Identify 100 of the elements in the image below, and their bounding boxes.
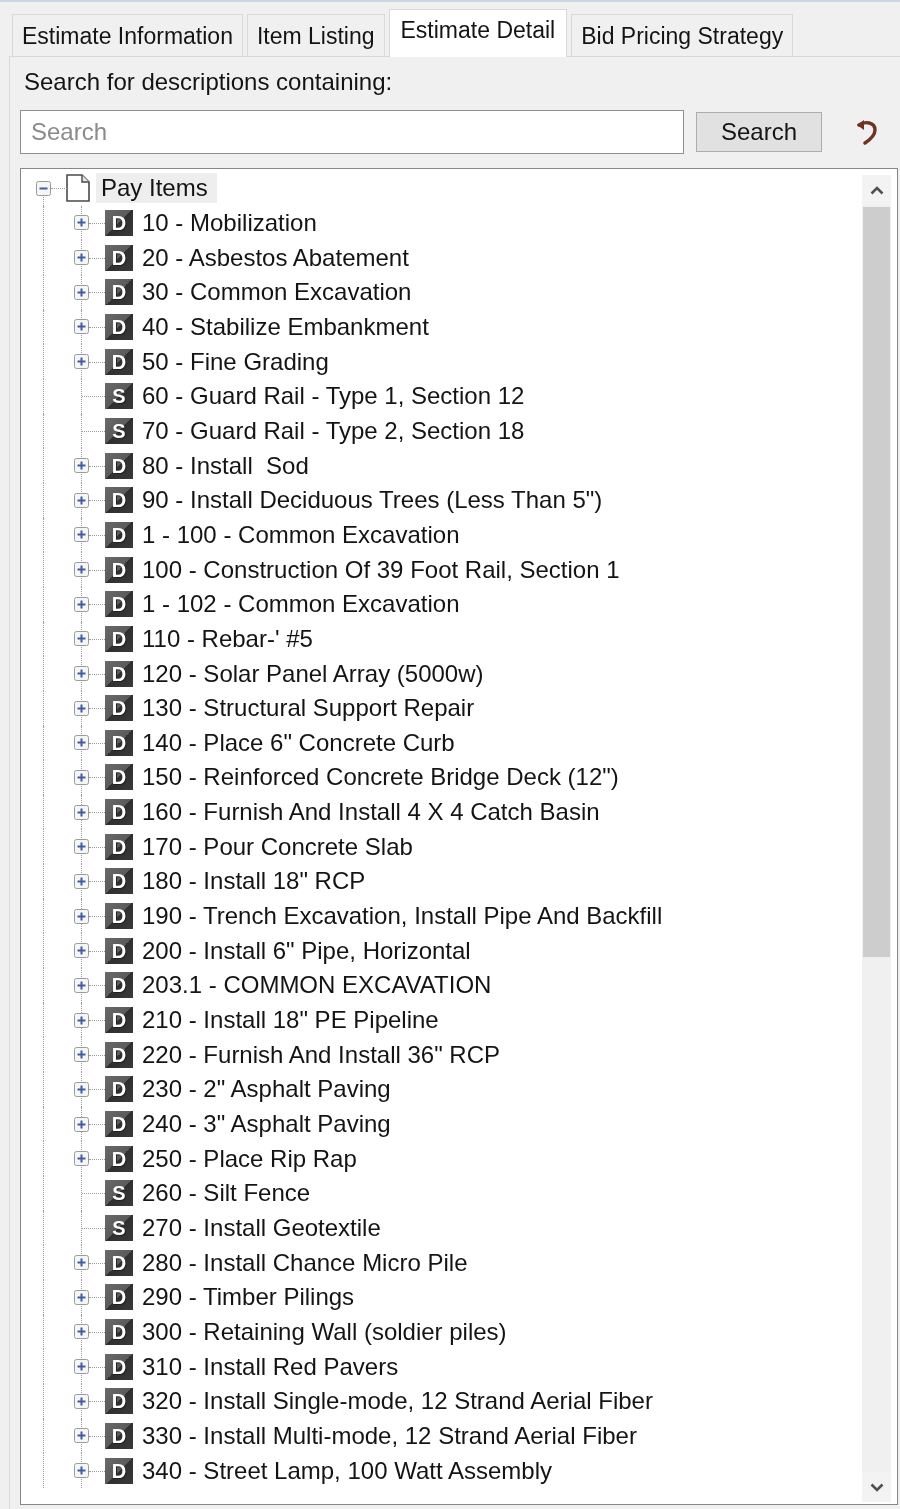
tree-item[interactable]: 203.1 - COMMON EXCAVATION bbox=[139, 970, 495, 1001]
search-field[interactable]: Search bbox=[20, 110, 684, 154]
plus-box-icon[interactable] bbox=[74, 527, 89, 543]
plus-box-icon[interactable] bbox=[74, 1116, 89, 1132]
type-tag: D bbox=[105, 1145, 133, 1172]
plus-box-icon[interactable] bbox=[74, 319, 89, 335]
tree-item[interactable]: 10 - Mobilization bbox=[139, 208, 320, 238]
tab[interactable]: Estimate Information bbox=[12, 14, 243, 56]
tree-item[interactable]: 130 - Structural Support Repair bbox=[139, 693, 478, 724]
plus-box-icon[interactable] bbox=[74, 215, 89, 231]
plus-box-icon[interactable] bbox=[74, 562, 89, 578]
type-tag: D bbox=[105, 1076, 133, 1103]
plus-box-icon[interactable] bbox=[74, 1289, 89, 1305]
plus-box-icon[interactable] bbox=[74, 250, 89, 266]
tree-item[interactable]: 240 - 3" Asphalt Paving bbox=[139, 1109, 394, 1140]
plus-box-icon[interactable] bbox=[74, 354, 89, 370]
plus-box-icon[interactable] bbox=[74, 700, 89, 716]
type-tag: D bbox=[105, 487, 133, 514]
tree-item[interactable]: 110 - Rebar-' #5 bbox=[139, 623, 316, 654]
tree-item[interactable]: 300 - Retaining Wall (soldier piles) bbox=[139, 1317, 510, 1347]
plus-box-icon[interactable] bbox=[74, 977, 89, 993]
search-label: Search for descriptions containing: bbox=[23, 68, 393, 96]
tree-item[interactable]: Pay Items bbox=[96, 173, 217, 204]
tree-item[interactable]: 330 - Install Multi-mode, 12 Strand Aerial Fiber bbox=[139, 1420, 640, 1451]
tree-item[interactable]: 320 - Install Single-mode, 12 Strand Aerial Fiber bbox=[139, 1386, 656, 1417]
type-tag: D bbox=[105, 348, 133, 375]
plus-box-icon[interactable] bbox=[74, 735, 89, 751]
tab[interactable]: Item Listing bbox=[246, 14, 385, 56]
plus-box-icon[interactable] bbox=[74, 631, 89, 647]
plus-box-icon[interactable] bbox=[74, 666, 89, 681]
tree-item[interactable]: 20 - Asbestos Abatement bbox=[139, 242, 412, 273]
plus-box-icon[interactable] bbox=[74, 943, 89, 959]
tree-item[interactable]: 200 - Install 6" Pipe, Horizontal bbox=[139, 935, 474, 966]
plus-box-icon[interactable] bbox=[74, 1151, 89, 1167]
tree-item[interactable]: 30 - Common Excavation bbox=[139, 277, 415, 308]
minus-box-icon[interactable] bbox=[36, 180, 51, 196]
plus-box-icon[interactable] bbox=[74, 908, 89, 924]
plus-box-icon[interactable] bbox=[74, 1255, 89, 1271]
type-tag: D bbox=[105, 591, 133, 618]
tree-item[interactable]: 230 - 2" Asphalt Paving bbox=[139, 1074, 394, 1105]
tree-item[interactable]: 210 - Install 18" PE Pipeline bbox=[139, 1005, 442, 1036]
tree-item[interactable]: 260 - Silt Fence bbox=[139, 1178, 314, 1209]
tree-item[interactable]: 60 - Guard Rail - Type 1, Section 12 bbox=[139, 381, 528, 412]
tree-item[interactable]: 270 - Install Geotextile bbox=[139, 1213, 384, 1243]
plus-box-icon[interactable] bbox=[74, 1081, 89, 1097]
plus-box-icon[interactable] bbox=[74, 1428, 89, 1444]
tree-item[interactable]: 280 - Install Chance Micro Pile bbox=[139, 1247, 471, 1278]
tree-item[interactable]: 100 - Construction Of 39 Foot Rail, Section 1 bbox=[139, 554, 623, 585]
search-button[interactable]: Search bbox=[696, 112, 822, 152]
plus-box-icon[interactable] bbox=[74, 804, 89, 820]
plus-box-icon[interactable] bbox=[74, 770, 89, 785]
tree-item[interactable]: 50 - Fine Grading bbox=[139, 346, 332, 377]
type-tag: D bbox=[105, 1353, 133, 1380]
plus-box-icon[interactable] bbox=[74, 1463, 89, 1479]
plus-box-icon[interactable] bbox=[74, 839, 89, 855]
type-tag: D bbox=[105, 799, 133, 826]
tab[interactable]: Estimate Detail bbox=[388, 9, 568, 57]
type-tag: D bbox=[105, 452, 133, 479]
scrollbar-thumb[interactable] bbox=[863, 207, 890, 957]
tree-item[interactable]: 1 - 100 - Common Excavation bbox=[139, 519, 463, 550]
tree-item[interactable]: 310 - Install Red Pavers bbox=[139, 1351, 402, 1382]
plus-box-icon[interactable] bbox=[74, 873, 89, 889]
type-tag: D bbox=[105, 764, 133, 791]
plus-box-icon[interactable] bbox=[74, 492, 89, 508]
type-tag: D bbox=[105, 660, 133, 687]
curved-arrow-icon[interactable] bbox=[856, 119, 878, 145]
tree-item[interactable]: 340 - Street Lamp, 100 Watt Assembly bbox=[139, 1455, 555, 1486]
tree-item[interactable]: 250 - Place Rip Rap bbox=[139, 1143, 360, 1174]
scrollbar-track[interactable] bbox=[862, 175, 891, 1502]
tree-item[interactable]: 120 - Solar Panel Array (5000w) bbox=[139, 658, 487, 689]
plus-box-icon[interactable] bbox=[74, 458, 89, 474]
tree-item[interactable]: 1 - 102 - Common Excavation bbox=[139, 589, 463, 620]
plus-box-icon[interactable] bbox=[74, 284, 89, 300]
tree-item[interactable]: 190 - Trench Excavation, Install Pipe And Backfill bbox=[139, 901, 666, 932]
tree-item[interactable]: 160 - Furnish And Install 4 X 4 Catch Basin bbox=[139, 797, 603, 828]
plus-box-icon[interactable] bbox=[74, 596, 89, 612]
type-tag: D bbox=[105, 1422, 133, 1449]
tree-item[interactable]: 90 - Install Deciduous Trees (Less Than 5") bbox=[139, 485, 606, 516]
plus-box-icon[interactable] bbox=[74, 1047, 89, 1063]
tree-item[interactable]: 290 - Timber Pilings bbox=[139, 1282, 358, 1313]
type-tag: D bbox=[105, 903, 133, 930]
type-tag: D bbox=[105, 937, 133, 964]
document-icon bbox=[66, 174, 90, 203]
tree-item[interactable]: 80 - Install Sod bbox=[139, 450, 312, 481]
tree-item[interactable]: 180 - Install 18" RCP bbox=[139, 866, 369, 897]
type-tag: D bbox=[105, 313, 133, 340]
tree-item[interactable]: 220 - Furnish And Install 36" RCP bbox=[139, 1039, 504, 1070]
chevron-down-icon bbox=[869, 1482, 884, 1492]
tab[interactable]: Bid Pricing Strategy bbox=[571, 14, 794, 56]
tree-item[interactable]: 70 - Guard Rail - Type 2, Section 18 bbox=[139, 415, 528, 446]
tree-item[interactable]: 150 - Reinforced Concrete Bridge Deck (12") bbox=[139, 762, 622, 793]
tree-item[interactable]: 140 - Place 6" Concrete Curb bbox=[139, 727, 458, 758]
tree-item[interactable]: 170 - Pour Concrete Slab bbox=[139, 831, 416, 862]
type-tag: D bbox=[105, 279, 133, 306]
type-tag: S bbox=[105, 417, 133, 444]
plus-box-icon[interactable] bbox=[74, 1359, 89, 1375]
plus-box-icon[interactable] bbox=[74, 1324, 89, 1340]
tree-item[interactable]: 40 - Stabilize Embankment bbox=[139, 311, 432, 342]
plus-box-icon[interactable] bbox=[74, 1393, 89, 1409]
plus-box-icon[interactable] bbox=[74, 1012, 89, 1028]
